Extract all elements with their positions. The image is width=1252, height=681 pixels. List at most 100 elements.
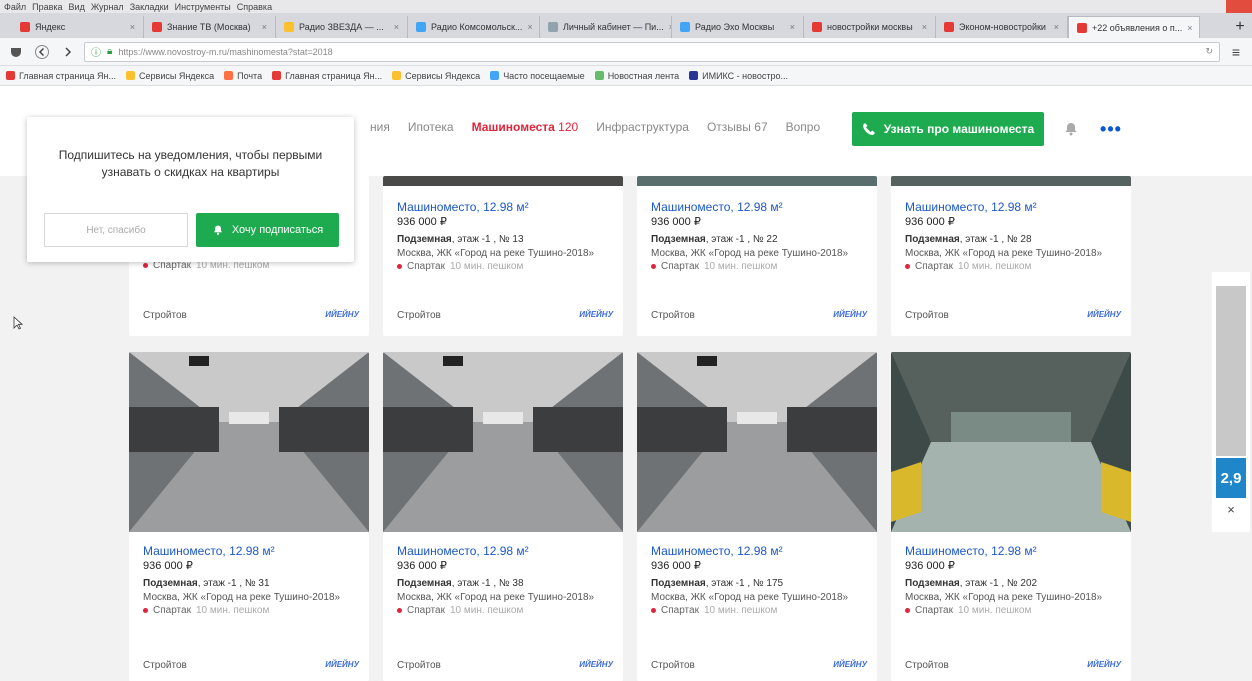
reload-icon[interactable]: ↻ [1205, 46, 1213, 57]
lock-icon: 🔒︎ [107, 46, 113, 57]
listing-title[interactable]: Машиноместо, 12.98 м² [143, 544, 359, 558]
bookmark-item[interactable]: Часто посещаемые [490, 71, 585, 81]
close-window-button[interactable] [1226, 0, 1252, 13]
listing-card[interactable]: Машиноместо, 12.98 м² 936 000 ₽ Подземна… [383, 352, 623, 681]
tab-close-icon[interactable]: × [130, 22, 135, 32]
browser-tab[interactable]: Радио Эхо Москвы × [672, 16, 804, 38]
bookmark-item[interactable]: Главная страница Ян... [6, 71, 116, 81]
bookmark-item[interactable]: Сервисы Яндекса [392, 71, 480, 81]
listing-title[interactable]: Машиноместо, 12.98 м² [905, 200, 1121, 214]
nav-item-parking[interactable]: Машиноместа 120 [472, 120, 579, 134]
listing-title[interactable]: Машиноместо, 12.98 м² [905, 544, 1121, 558]
tab-favicon [1077, 22, 1087, 33]
listing-card[interactable]: Машиноместо, 12.98 м² 936 000 ₽ Подземна… [383, 176, 623, 336]
listing-photo[interactable] [383, 176, 623, 186]
parking-info-button[interactable]: Узнать про машиноместа [852, 112, 1044, 146]
listing-card[interactable]: Машиноместо, 12.98 м² 936 000 ₽ Подземна… [637, 176, 877, 336]
nav-item-reviews[interactable]: Отзывы 67 [707, 120, 768, 134]
address-bar[interactable]: ⓘ 🔒︎ https://www.novostroy-m.ru/mashinom… [84, 41, 1220, 62]
developer-name: Стройтов [905, 660, 949, 671]
tab-label: Знание ТВ (Москва) [167, 22, 251, 32]
bookmark-label: Главная страница Ян... [19, 70, 117, 81]
forward-button[interactable] [58, 42, 78, 62]
tab-label: Радио Комсомольск... [431, 22, 523, 32]
close-ad-icon[interactable]: × [1216, 502, 1246, 517]
parking-photo[interactable] [891, 352, 1131, 532]
info-icon[interactable]: ⓘ [91, 44, 101, 59]
bookmark-item[interactable]: ИМИКС - новостро... [689, 71, 788, 81]
nav-item-infrastructure[interactable]: Инфраструктура [596, 120, 689, 134]
ad-value: 2,9 [1216, 458, 1246, 498]
tab-close-icon[interactable]: × [790, 22, 795, 32]
browser-tab[interactable]: новостройки москвы × [804, 16, 936, 38]
hamburger-menu-icon[interactable]: ≡ [1226, 44, 1246, 60]
tab-close-icon[interactable]: × [394, 22, 399, 32]
nav-item[interactable]: ния [370, 120, 390, 134]
developer-logo: ИЙЕЙНУ [579, 310, 613, 319]
more-options-button[interactable]: ••• [1094, 112, 1128, 146]
parking-photo[interactable] [637, 352, 877, 532]
nav-label: Машиноместа [471, 120, 555, 134]
bookmark-item[interactable]: Сервисы Яндекса [126, 71, 214, 81]
listing-card[interactable]: Машиноместо, 12.98 м² 936 000 ₽ Подземна… [891, 176, 1131, 336]
pocket-icon[interactable] [6, 42, 26, 62]
metro-info: Спартак 10 мин. пешком [143, 605, 359, 616]
menu-item[interactable]: Справка [237, 2, 272, 12]
listing-photo[interactable] [891, 176, 1131, 186]
listing-title[interactable]: Машиноместо, 12.98 м² [651, 544, 867, 558]
menu-item[interactable]: Журнал [91, 2, 124, 12]
bell-icon[interactable] [1054, 112, 1088, 146]
bookmark-item[interactable]: Главная страница Ян... [272, 71, 382, 81]
menu-item[interactable]: Файл [4, 2, 26, 12]
tab-close-icon[interactable]: × [922, 22, 927, 32]
menu-item[interactable]: Инструменты [175, 2, 231, 12]
browser-tab[interactable]: Радио ЗВЕЗДА — ... × [276, 16, 408, 38]
parking-photo[interactable] [383, 352, 623, 532]
subscribe-button[interactable]: Хочу подписаться [196, 213, 339, 247]
listing-title[interactable]: Машиноместо, 12.98 м² [651, 200, 867, 214]
minimize-button[interactable] [1174, 0, 1200, 13]
menu-item[interactable]: Вид [69, 2, 85, 12]
metro-icon [397, 608, 402, 613]
tab-close-icon[interactable]: × [262, 22, 267, 32]
developer-name: Стройтов [905, 310, 949, 321]
ad-image[interactable] [1216, 286, 1246, 456]
listing-title[interactable]: Машиноместо, 12.98 м² [397, 544, 613, 558]
tab-close-icon[interactable]: × [1187, 23, 1192, 33]
bookmark-label: Почта [237, 70, 263, 81]
site-nav: ния Ипотека Машиноместа 120 Инфраструкту… [370, 120, 820, 134]
browser-tab-active[interactable]: +22 объявления о п... × [1068, 16, 1200, 38]
browser-tab[interactable]: Эконом-новостройки × [936, 16, 1068, 38]
maximize-button[interactable] [1200, 0, 1226, 13]
decline-button[interactable]: Нет, спасибо [44, 213, 188, 247]
tab-close-icon[interactable]: × [527, 22, 532, 32]
nav-item-mortgage[interactable]: Ипотека [408, 120, 454, 134]
cta-label: Узнать про машиноместа [883, 122, 1035, 136]
back-button[interactable] [32, 42, 52, 62]
nav-item-questions[interactable]: Вопро [786, 120, 821, 134]
folder-icon [392, 71, 402, 80]
listing-photo[interactable] [637, 176, 877, 186]
tab-label: Эконом-новостройки [959, 22, 1046, 32]
bookmark-icon [490, 71, 500, 80]
new-tab-button[interactable]: + [1228, 16, 1252, 38]
browser-tab[interactable]: Яндекс × [12, 16, 144, 38]
side-ad-banner[interactable]: 2,9 × [1212, 272, 1250, 532]
browser-tab[interactable]: Радио Комсомольск... × [408, 16, 540, 38]
nav-label: Отзывы [706, 120, 751, 134]
listing-card[interactable]: Машиноместо, 12.98 м² 936 000 ₽ Подземна… [637, 352, 877, 681]
metro-icon [651, 608, 656, 613]
parking-photo[interactable] [129, 352, 369, 532]
metro-distance: 10 мин. пешком [449, 261, 524, 272]
bookmark-item[interactable]: Новостная лента [594, 71, 679, 81]
bookmark-item[interactable]: Почта [224, 71, 262, 81]
menu-item[interactable]: Закладки [130, 2, 169, 12]
browser-tab[interactable]: Личный кабинет — Пи...× [540, 16, 672, 38]
listing-card[interactable]: Машиноместо, 12.98 м² 936 000 ₽ Подземна… [129, 352, 369, 681]
menu-item[interactable]: Правка [32, 2, 62, 12]
listing-price: 936 000 ₽ [397, 560, 447, 572]
listing-card[interactable]: Машиноместо, 12.98 м² 936 000 ₽ Подземна… [891, 352, 1131, 681]
listing-title[interactable]: Машиноместо, 12.98 м² [397, 200, 613, 214]
browser-tab[interactable]: Знание ТВ (Москва) × [144, 16, 276, 38]
tab-close-icon[interactable]: × [1054, 22, 1059, 32]
